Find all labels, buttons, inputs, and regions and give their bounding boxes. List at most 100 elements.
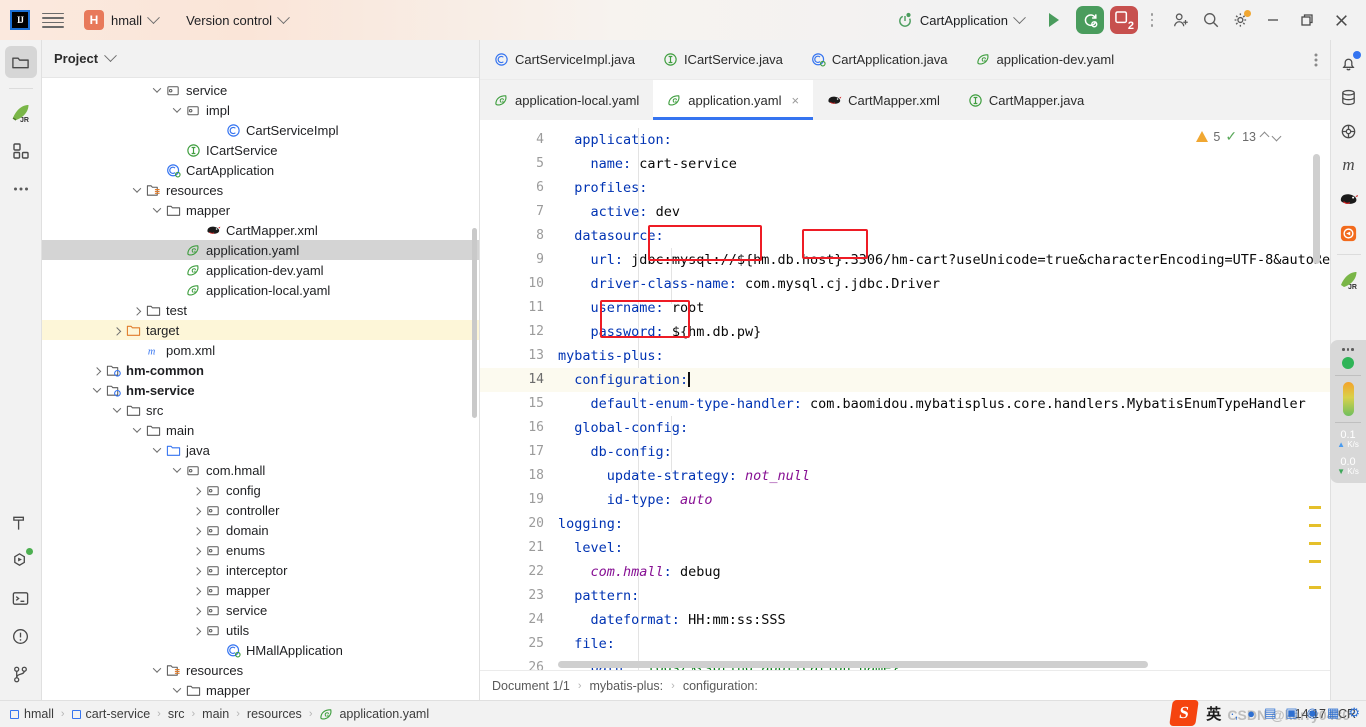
run-button[interactable] <box>1041 7 1067 33</box>
keyboard-icon[interactable]: ▤ <box>1264 705 1276 721</box>
line-number[interactable]: 23 <box>480 584 558 608</box>
chevron-down-icon[interactable] <box>130 184 144 193</box>
tree-node-cartmapper-xml[interactable]: CartMapper.xml <box>42 220 479 240</box>
chevron-right-icon[interactable] <box>90 367 104 376</box>
apps-icon[interactable]: ▦ <box>1327 705 1339 721</box>
yaml-crumb-mybatis-plus[interactable]: mybatis-plus: <box>590 679 664 693</box>
editor-scrollbar-thumb[interactable] <box>1313 154 1320 264</box>
stop-sessions-button[interactable]: 2 <box>1110 6 1138 34</box>
chevron-down-icon[interactable] <box>150 204 164 213</box>
code-line[interactable]: configuration: <box>558 368 1330 392</box>
tree-node-mapper[interactable]: mapper <box>42 580 479 600</box>
sidebar-item-build[interactable] <box>5 506 37 538</box>
close-button[interactable] <box>1324 5 1358 35</box>
editor-tab-icartservice-java[interactable]: ICartService.java <box>649 40 797 80</box>
code-line[interactable]: username: root <box>558 296 1330 320</box>
code-line[interactable]: name: cart-service <box>558 152 1330 176</box>
line-number[interactable]: 6 <box>480 176 558 200</box>
line-number[interactable]: 15 <box>480 392 558 416</box>
toolbox-icon[interactable]: ▣ <box>1285 705 1297 721</box>
code-line[interactable]: com.hmall: debug <box>558 560 1330 584</box>
sidebar-item-project[interactable] <box>4 46 37 78</box>
code-line[interactable]: url: jdbc:mysql://${hm.db.host}:3306/hm-… <box>558 248 1330 272</box>
tree-node-interceptor[interactable]: interceptor <box>42 560 479 580</box>
status-breadcrumb-cart-service[interactable]: cart-service <box>71 707 150 721</box>
chevron-right-icon[interactable] <box>190 627 204 636</box>
code-line[interactable]: global-config: <box>558 416 1330 440</box>
warning-marker[interactable] <box>1309 586 1321 589</box>
maximize-button[interactable] <box>1290 5 1324 35</box>
tree-node-application-yaml[interactable]: application.yaml <box>42 240 479 260</box>
inspection-widget[interactable]: 5 ✓ 13 <box>1192 126 1284 147</box>
chevron-right-icon[interactable] <box>190 507 204 516</box>
chevron-right-icon[interactable] <box>190 587 204 596</box>
chevron-down-icon[interactable] <box>170 684 184 693</box>
line-number[interactable]: 10 <box>480 272 558 296</box>
run-configuration-selector[interactable]: CartApplication <box>890 9 1031 31</box>
line-number[interactable]: 14 <box>480 368 558 392</box>
tree-node-com-hmall[interactable]: com.hmall <box>42 460 479 480</box>
line-number[interactable]: 22 <box>480 560 558 584</box>
yaml-crumb-configuration[interactable]: configuration: <box>683 679 758 693</box>
tree-node-target[interactable]: target <box>42 320 479 340</box>
line-number[interactable]: 4 <box>480 128 558 152</box>
sidebar-item-git[interactable] <box>5 658 37 690</box>
chevron-right-icon[interactable] <box>130 307 144 316</box>
code-line[interactable]: update-strategy: not_null <box>558 464 1330 488</box>
line-number[interactable]: 26 <box>480 656 558 670</box>
line-number[interactable]: 24 <box>480 608 558 632</box>
chevron-down-icon[interactable] <box>170 104 184 113</box>
tree-node-impl[interactable]: impl <box>42 100 479 120</box>
status-breadcrumb-main[interactable]: main <box>202 707 229 721</box>
next-problem-icon[interactable] <box>1271 131 1282 142</box>
warning-marker[interactable] <box>1309 506 1321 509</box>
tree-node-enums[interactable]: enums <box>42 540 479 560</box>
sidebar-item-terminal[interactable] <box>5 582 37 614</box>
code-line[interactable]: file: <box>558 632 1330 656</box>
line-number[interactable]: 19 <box>480 488 558 512</box>
line-number[interactable]: 13 <box>480 344 558 368</box>
close-tab-icon[interactable]: × <box>792 93 800 108</box>
chevron-down-icon[interactable] <box>150 664 164 673</box>
tree-node-application-local-yaml[interactable]: application-local.yaml <box>42 280 479 300</box>
warning-marker[interactable] <box>1309 560 1321 563</box>
tree-node-resources[interactable]: resources <box>42 180 479 200</box>
status-breadcrumb-resources[interactable]: resources <box>247 707 302 721</box>
version-control-menu[interactable]: Version control <box>180 10 294 31</box>
line-number[interactable]: 18 <box>480 464 558 488</box>
chevron-right-icon[interactable] <box>190 547 204 556</box>
sidebar-item-services[interactable] <box>5 544 37 576</box>
sidebar-item-jrebel[interactable]: JR <box>5 97 37 129</box>
line-number[interactable]: 5 <box>480 152 558 176</box>
code-line[interactable]: dateformat: HH:mm:ss:SSS <box>558 608 1330 632</box>
sidebar-item-database[interactable] <box>1334 80 1364 114</box>
tree-node-icartservice[interactable]: ICartService <box>42 140 479 160</box>
editor-tab-cartmapper-xml[interactable]: CartMapper.xml <box>813 80 954 120</box>
editor-tab-cartapplication-java[interactable]: CartApplication.java <box>797 40 962 80</box>
code-with-me-icon[interactable] <box>1166 5 1196 35</box>
editor-tab-application-dev-yaml[interactable]: application-dev.yaml <box>962 40 1129 80</box>
sogou-logo-icon[interactable]: S <box>1169 700 1200 726</box>
line-number[interactable]: 7 <box>480 200 558 224</box>
code-content[interactable]: application: name: cart-service profiles… <box>558 120 1330 670</box>
sidebar-item-easyapi[interactable] <box>1334 216 1364 250</box>
tree-node-controller[interactable]: controller <box>42 500 479 520</box>
more-actions-icon[interactable] <box>1144 13 1160 27</box>
tab-list-menu-icon[interactable] <box>1302 52 1330 68</box>
chevron-right-icon[interactable] <box>190 567 204 576</box>
line-number[interactable]: 11 <box>480 296 558 320</box>
warning-marker[interactable] <box>1309 542 1321 545</box>
editor-tab-cartmapper-java[interactable]: CartMapper.java <box>954 80 1098 120</box>
line-number[interactable]: 16 <box>480 416 558 440</box>
tree-node-hm-service[interactable]: hm-service <box>42 380 479 400</box>
sidebar-item-maven[interactable]: m <box>1334 148 1364 182</box>
tree-node-service[interactable]: service <box>42 80 479 100</box>
sidebar-item-jrebel-right[interactable]: JR <box>1334 263 1364 297</box>
tree-node-service[interactable]: service <box>42 600 479 620</box>
punctuation-icon[interactable]: ·, <box>1230 706 1238 721</box>
code-line[interactable]: mybatis-plus: <box>558 344 1330 368</box>
tree-node-java[interactable]: java <box>42 440 479 460</box>
sidebar-item-mybatisx[interactable] <box>1334 182 1364 216</box>
tree-node-config[interactable]: config <box>42 480 479 500</box>
project-selector[interactable]: H hmall <box>78 7 164 33</box>
